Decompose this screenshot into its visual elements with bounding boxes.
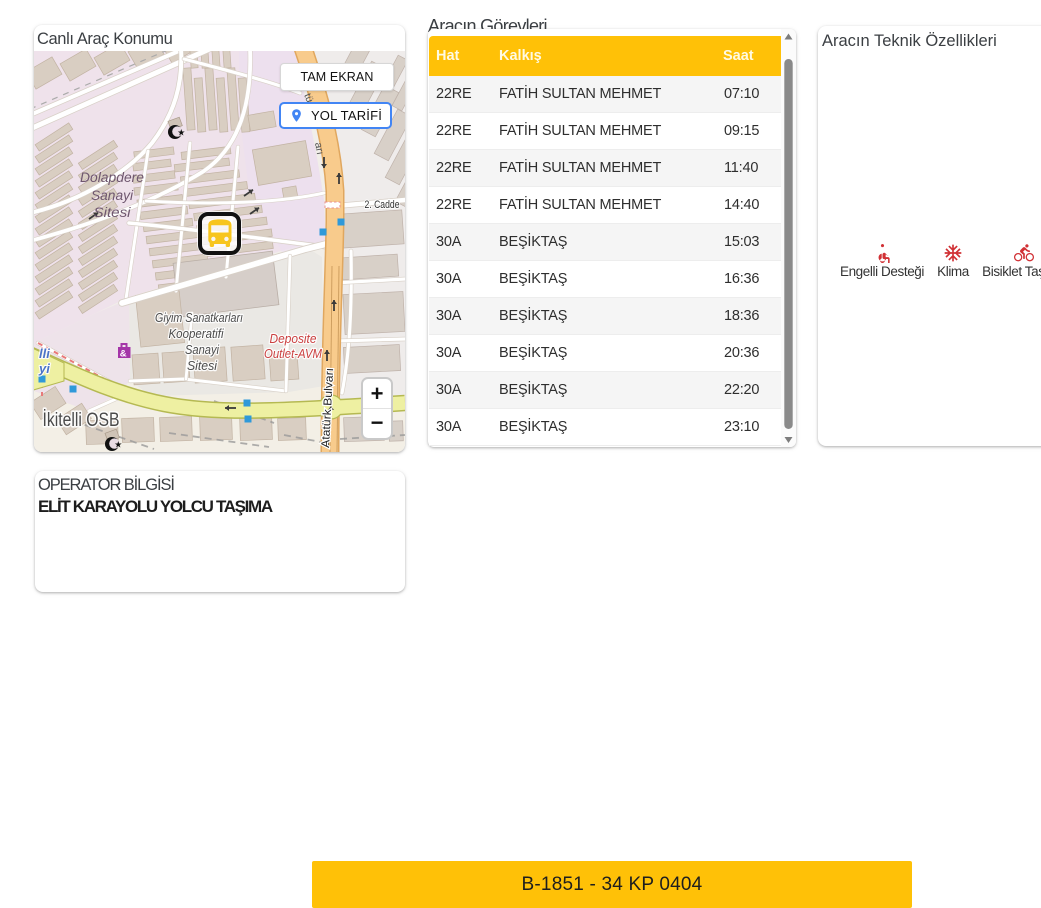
svg-text:Giyim Sanatkarları: Giyim Sanatkarları bbox=[155, 311, 243, 325]
svg-text:yi: yi bbox=[38, 361, 50, 376]
svg-text:Outlet-AVM: Outlet-AVM bbox=[264, 347, 323, 361]
svg-text:arı: arı bbox=[312, 141, 326, 155]
svg-text:Kooperatifi: Kooperatifi bbox=[169, 327, 225, 341]
svg-text:Dolapdere: Dolapdere bbox=[80, 170, 144, 185]
svg-text:Sanayi: Sanayi bbox=[91, 188, 134, 203]
svg-text:Deposite: Deposite bbox=[270, 332, 317, 346]
svg-text:Sitesi: Sitesi bbox=[187, 359, 218, 373]
svg-text:Sanayi: Sanayi bbox=[185, 343, 220, 357]
svg-text:★: ★ bbox=[177, 127, 185, 137]
svg-text:★: ★ bbox=[114, 439, 122, 449]
svg-text:İkitelli OSB: İkitelli OSB bbox=[43, 410, 120, 431]
svg-text:lli: lli bbox=[39, 346, 50, 361]
svg-text:&: & bbox=[120, 349, 127, 360]
svg-text:Sitesi: Sitesi bbox=[94, 205, 132, 220]
svg-text:2. Cadde: 2. Cadde bbox=[365, 199, 400, 211]
